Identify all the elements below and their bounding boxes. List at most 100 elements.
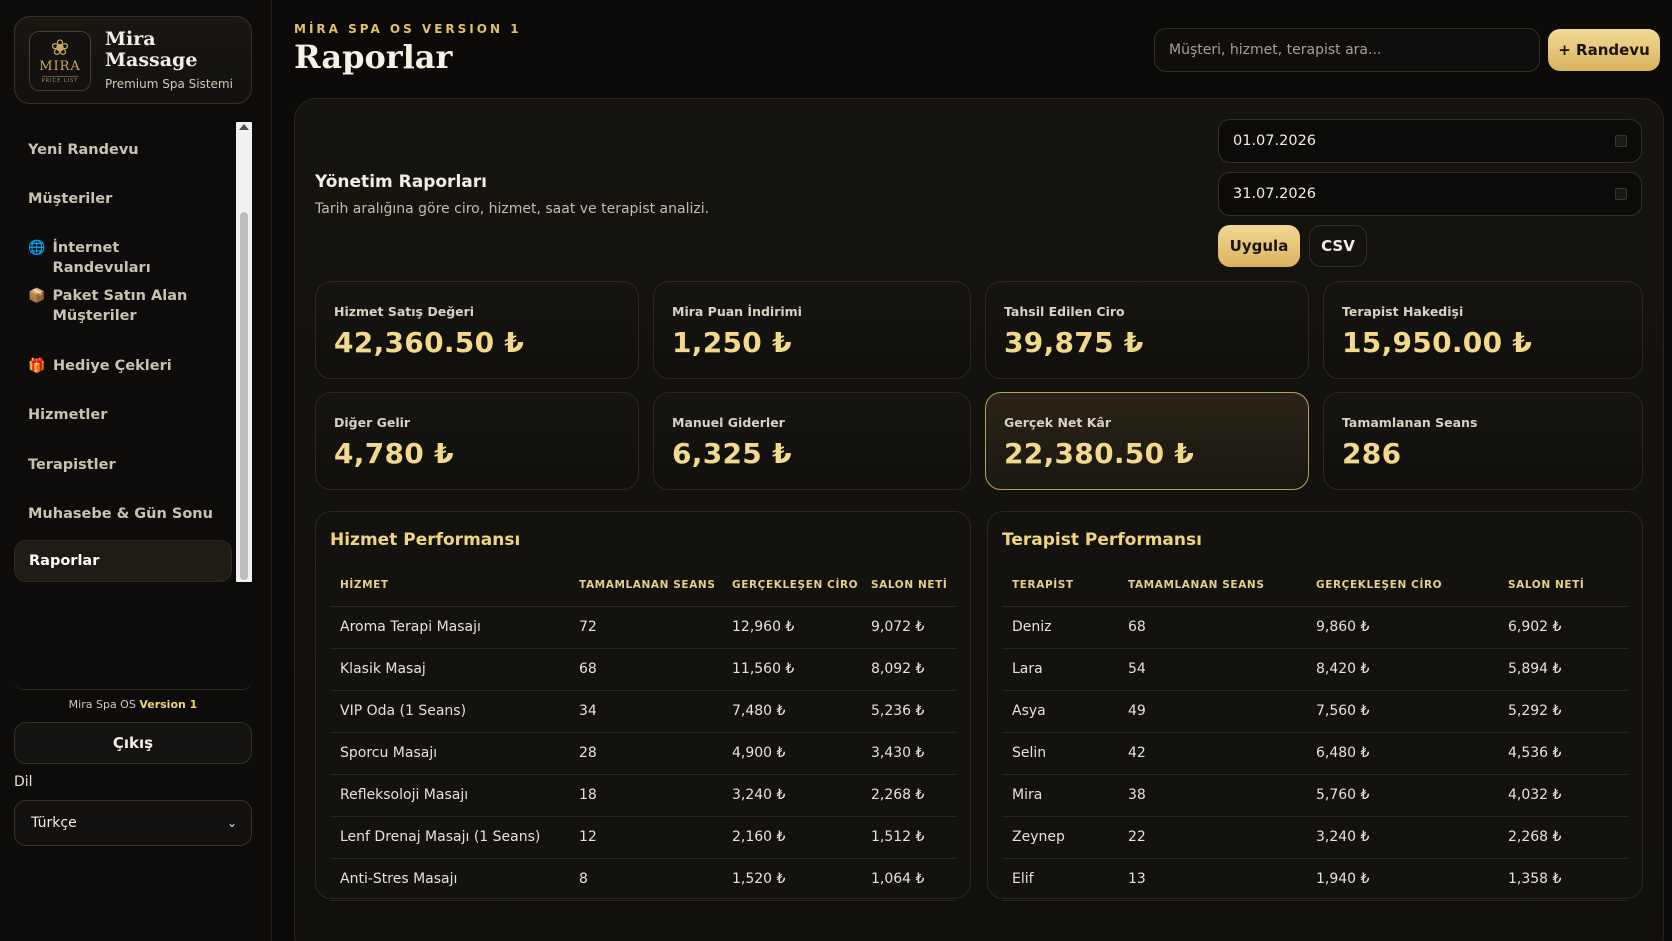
kpi-label: Tamamlanan Seans: [1342, 415, 1478, 430]
sidebar-item-muhasebe[interactable]: Muhasebe & Gün Sonu: [14, 504, 232, 524]
kpi-label: Manuel Giderler: [672, 415, 785, 430]
lotus-icon: ❀: [50, 36, 70, 61]
apply-button[interactable]: Uygula: [1218, 225, 1300, 267]
kpi-label: Hizmet Satış Değeri: [334, 304, 475, 319]
logout-button[interactable]: Çıkış: [14, 722, 252, 764]
calendar-icon[interactable]: [1615, 188, 1627, 200]
table-cell: Klasik Masaj: [330, 648, 569, 691]
table-cell: 1,940 ₺: [1306, 858, 1498, 901]
language-value: Türkçe: [31, 815, 77, 831]
table-cell: Asya: [1002, 690, 1118, 733]
sidebar-item-label: Terapistler: [28, 457, 116, 473]
kpi-value: 286: [1342, 437, 1402, 470]
table-cell: 13: [1118, 858, 1306, 901]
table-cell: 1,520 ₺: [722, 858, 861, 901]
column-header: TERAPİST: [1002, 564, 1118, 607]
table-cell: 7,560 ₺: [1306, 690, 1498, 733]
table-cell: 9,860 ₺: [1306, 606, 1498, 649]
table-cell: 6,902 ₺: [1498, 606, 1628, 649]
version-text: Mira Spa OS Version 1: [14, 698, 252, 711]
language-select[interactable]: Türkçe ⌄: [14, 800, 252, 846]
sidebar-item-terapistler[interactable]: Terapistler: [14, 455, 232, 475]
version-prefix: Mira Spa OS: [68, 698, 136, 711]
table-cell: Lara: [1002, 648, 1118, 691]
service-performance-title: Hizmet Performansı: [330, 530, 521, 550]
search-input[interactable]: [1154, 28, 1540, 72]
column-header: SALON NETİ: [1498, 564, 1628, 607]
table-cell: 7,480 ₺: [722, 690, 861, 733]
brand-logo-sub: PRICE LIST: [41, 76, 79, 84]
date-to-value: 31.07.2026: [1233, 186, 1317, 202]
table-cell: 11,560 ₺: [722, 648, 861, 691]
table-cell: 2,268 ₺: [1498, 816, 1628, 859]
table-cell: Mira: [1002, 774, 1118, 817]
sidebar-item-hediye-cekleri[interactable]: 🎁 Hediye Çekleri: [14, 356, 232, 376]
table-row: Elif 13 1,940 ₺ 1,358 ₺: [1002, 858, 1628, 901]
sidebar-item-yeni-randevu[interactable]: Yeni Randevu: [14, 140, 232, 160]
kpi-label: Diğer Gelir: [334, 415, 411, 430]
scrollbar-thumb[interactable]: [240, 212, 248, 580]
table-cell: 6,480 ₺: [1306, 732, 1498, 775]
section-title: Yönetim Raporları: [315, 172, 487, 192]
table-row: Klasik Masaj 68 11,560 ₺ 8,092 ₺: [330, 648, 956, 691]
kpi-label: Tahsil Edilen Ciro: [1004, 304, 1125, 319]
sidebar-item-label: Hizmetler: [28, 407, 108, 423]
table-cell: 2,160 ₺: [722, 816, 861, 859]
sidebar-item-raporlar[interactable]: Raporlar: [14, 540, 232, 582]
therapist-performance-title: Terapist Performansı: [1002, 530, 1202, 550]
sidebar-divider: [14, 680, 252, 690]
page-kicker: MİRA SPA OS VERSION 1: [294, 22, 522, 36]
table-cell: Zeynep: [1002, 816, 1118, 859]
csv-export-button[interactable]: CSV: [1309, 225, 1367, 267]
table-cell: Sporcu Masajı: [330, 732, 569, 775]
table-cell: 5,760 ₺: [1306, 774, 1498, 817]
sidebar-item-musteriler[interactable]: Müşteriler: [14, 189, 232, 209]
table-cell: 22: [1118, 816, 1306, 859]
sidebar-item-internet-randevulari[interactable]: 🌐 İnternet Randevuları: [14, 238, 232, 278]
table-cell: Elif: [1002, 858, 1118, 901]
table-cell: 28: [569, 732, 722, 775]
table-cell: 12,960 ₺: [722, 606, 861, 649]
table-cell: 5,894 ₺: [1498, 648, 1628, 691]
brand-logo-text: MIRA: [39, 59, 81, 74]
sidebar-item-paket-satin-alan[interactable]: 📦 Paket Satın Alan Müşteriler: [14, 286, 232, 326]
column-header: GERÇEKLEŞEN CİRO: [1306, 564, 1498, 607]
calendar-icon[interactable]: [1615, 135, 1627, 147]
table-cell: Selin: [1002, 732, 1118, 775]
therapist-performance-table: TERAPİST TAMAMLANAN SEANS GERÇEKLEŞEN Cİ…: [1002, 564, 1628, 901]
kpi-card-gercek-net-kar: Gerçek Net Kâr 22,380.50 ₺: [985, 392, 1309, 490]
date-from-value: 01.07.2026: [1233, 133, 1317, 149]
column-header: SALON NETİ: [861, 564, 956, 607]
kpi-card-manuel-giderler: Manuel Giderler 6,325 ₺: [653, 392, 971, 490]
column-header: TAMAMLANAN SEANS: [569, 564, 722, 607]
table-cell: 8: [569, 858, 722, 901]
version-label: Version 1: [139, 698, 198, 711]
table-row: Selin 42 6,480 ₺ 4,536 ₺: [1002, 732, 1628, 775]
column-header: GERÇEKLEŞEN CİRO: [722, 564, 861, 607]
column-header: TAMAMLANAN SEANS: [1118, 564, 1306, 607]
brand-subtitle: Premium Spa Sistemi: [105, 77, 233, 91]
date-to-input[interactable]: 31.07.2026: [1218, 172, 1642, 216]
gift-icon: 🎁: [28, 358, 46, 374]
kpi-value: 39,875 ₺: [1004, 326, 1144, 359]
table-cell: 34: [569, 690, 722, 733]
table-row: Lara 54 8,420 ₺ 5,894 ₺: [1002, 648, 1628, 691]
scroll-up-arrow-icon[interactable]: [239, 124, 249, 130]
table-cell: 4,536 ₺: [1498, 732, 1628, 775]
kpi-card-diger-gelir: Diğer Gelir 4,780 ₺: [315, 392, 639, 490]
kpi-label: Mira Puan İndirimi: [672, 304, 802, 319]
date-from-input[interactable]: 01.07.2026: [1218, 119, 1642, 163]
table-cell: 5,236 ₺: [861, 690, 956, 733]
kpi-card-terapist-hakedisi: Terapist Hakedişi 15,950.00 ₺: [1323, 281, 1643, 379]
sidebar-item-label: İnternet Randevuları: [52, 240, 151, 276]
new-appointment-button[interactable]: + Randevu: [1548, 29, 1660, 71]
column-header: HİZMET: [330, 564, 569, 607]
table-cell: 8,420 ₺: [1306, 648, 1498, 691]
page-title: Raporlar: [294, 38, 453, 76]
table-cell: Refleksoloji Masajı: [330, 774, 569, 817]
kpi-value: 6,325 ₺: [672, 437, 792, 470]
table-cell: 72: [569, 606, 722, 649]
sidebar-item-hizmetler[interactable]: Hizmetler: [14, 405, 232, 425]
table-cell: 18: [569, 774, 722, 817]
sidebar-scrollbar[interactable]: [236, 122, 252, 582]
